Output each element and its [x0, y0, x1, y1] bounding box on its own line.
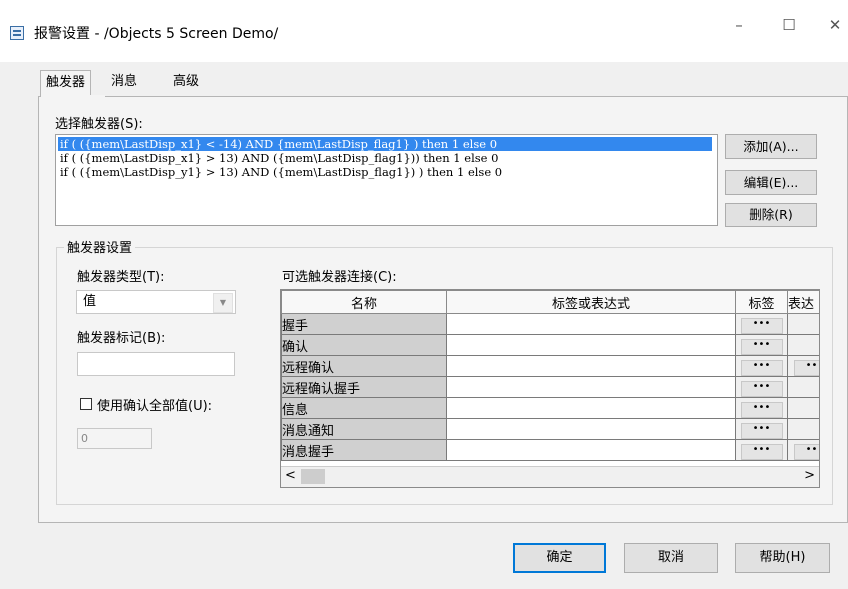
tag-browse-button[interactable]: •••	[740, 317, 783, 334]
table-row[interactable]: 消息通知 •••	[281, 418, 819, 440]
delete-trigger-button[interactable]: 删除(R)	[725, 203, 817, 227]
trigger-type-select[interactable]: 值 ▼	[76, 290, 236, 314]
expr-browse-button[interactable]: •••	[793, 443, 819, 460]
connections-table: 名称 标签或表达式 标签 表达 握手 ••• 确认 ••• 远程确认 ••• •…	[281, 290, 819, 461]
trigger-type-label: 触发器类型(T):	[77, 270, 165, 285]
row-expression-input[interactable]	[446, 334, 736, 356]
trigger-tag-input[interactable]	[77, 352, 235, 376]
trigger-list-item[interactable]: if ( ({mem\LastDisp_y1} > 13) AND ({mem\…	[58, 165, 504, 179]
row-name: 远程确认	[281, 355, 447, 377]
close-button[interactable]: ✕	[812, 10, 848, 40]
row-name: 消息通知	[281, 418, 447, 440]
table-row[interactable]: 消息握手 ••• •••	[281, 439, 819, 461]
tab-message[interactable]: 消息	[106, 70, 142, 96]
row-expression-input[interactable]	[446, 397, 736, 419]
window-title: 报警设置 - /Objects 5 Screen Demo/	[34, 26, 279, 42]
table-row[interactable]: 确认 •••	[281, 334, 819, 356]
maximize-button[interactable]: ☐	[766, 10, 812, 40]
row-name: 远程确认握手	[281, 376, 447, 398]
row-expression-input[interactable]	[446, 355, 736, 377]
trigger-list-item[interactable]: if ( ({mem\LastDisp_x1} < -14) AND {mem\…	[58, 137, 712, 151]
row-expression-input[interactable]	[446, 376, 736, 398]
trigger-tag-label: 触发器标记(B):	[77, 331, 166, 346]
edit-trigger-button[interactable]: 编辑(E)...	[725, 170, 817, 195]
scroll-left-arrow-icon[interactable]: <	[285, 468, 296, 483]
connections-grid[interactable]: 名称 标签或表达式 标签 表达 握手 ••• 确认 ••• 远程确认 ••• •…	[280, 289, 820, 488]
cancel-button[interactable]: 取消	[624, 543, 718, 573]
connections-label: 可选触发器连接(C):	[282, 270, 397, 285]
column-header-expression[interactable]: 标签或表达式	[446, 290, 736, 314]
use-ack-all-label: 使用确认全部值(U):	[97, 399, 213, 414]
trigger-list-label: 选择触发器(S):	[55, 117, 143, 132]
row-name: 握手	[281, 313, 447, 335]
tab-join	[41, 95, 105, 98]
column-header-tag[interactable]: 标签	[735, 290, 788, 314]
table-row[interactable]: 远程确认 ••• •••	[281, 355, 819, 377]
app-icon	[10, 26, 24, 40]
row-expression-input[interactable]	[446, 418, 736, 440]
tag-browse-button[interactable]: •••	[740, 338, 783, 355]
tag-browse-button[interactable]: •••	[740, 443, 783, 460]
column-header-expr[interactable]: 表达	[787, 290, 819, 314]
minimize-button[interactable]: –	[716, 10, 762, 40]
tag-browse-button[interactable]: •••	[740, 401, 783, 418]
table-row[interactable]: 远程确认握手 •••	[281, 376, 819, 398]
tag-browse-button[interactable]: •••	[740, 380, 783, 397]
column-header-name[interactable]: 名称	[281, 290, 447, 314]
row-name: 消息握手	[281, 439, 447, 461]
trigger-list[interactable]: if ( ({mem\LastDisp_x1} < -14) AND {mem\…	[55, 134, 718, 226]
add-trigger-button[interactable]: 添加(A)...	[725, 134, 817, 159]
horizontal-scrollbar[interactable]: < >	[281, 466, 819, 487]
row-name: 确认	[281, 334, 447, 356]
ack-all-value-field[interactable]: 0	[77, 428, 152, 449]
table-row[interactable]: 握手 •••	[281, 313, 819, 335]
scroll-right-arrow-icon[interactable]: >	[804, 468, 815, 483]
ok-button[interactable]: 确定	[513, 543, 606, 573]
trigger-list-item[interactable]: if ( ({mem\LastDisp_x1} > 13) AND ({mem\…	[58, 151, 500, 165]
scrollbar-thumb[interactable]	[301, 469, 325, 484]
tag-browse-button[interactable]: •••	[740, 359, 783, 376]
tab-advanced[interactable]: 高级	[168, 70, 204, 96]
trigger-settings-title: 触发器设置	[64, 237, 136, 256]
trigger-type-value: 值	[83, 294, 97, 309]
help-button[interactable]: 帮助(H)	[735, 543, 830, 573]
tag-browse-button[interactable]: •••	[740, 422, 783, 439]
chevron-down-icon[interactable]: ▼	[213, 293, 233, 313]
use-ack-all-checkbox[interactable]	[80, 398, 92, 410]
row-name: 信息	[281, 397, 447, 419]
row-expression-input[interactable]	[446, 313, 736, 335]
expr-browse-button[interactable]: •••	[793, 359, 819, 376]
row-expression-input[interactable]	[446, 439, 736, 461]
tab-trigger[interactable]: 触发器	[40, 70, 92, 98]
table-row[interactable]: 信息 •••	[281, 397, 819, 419]
